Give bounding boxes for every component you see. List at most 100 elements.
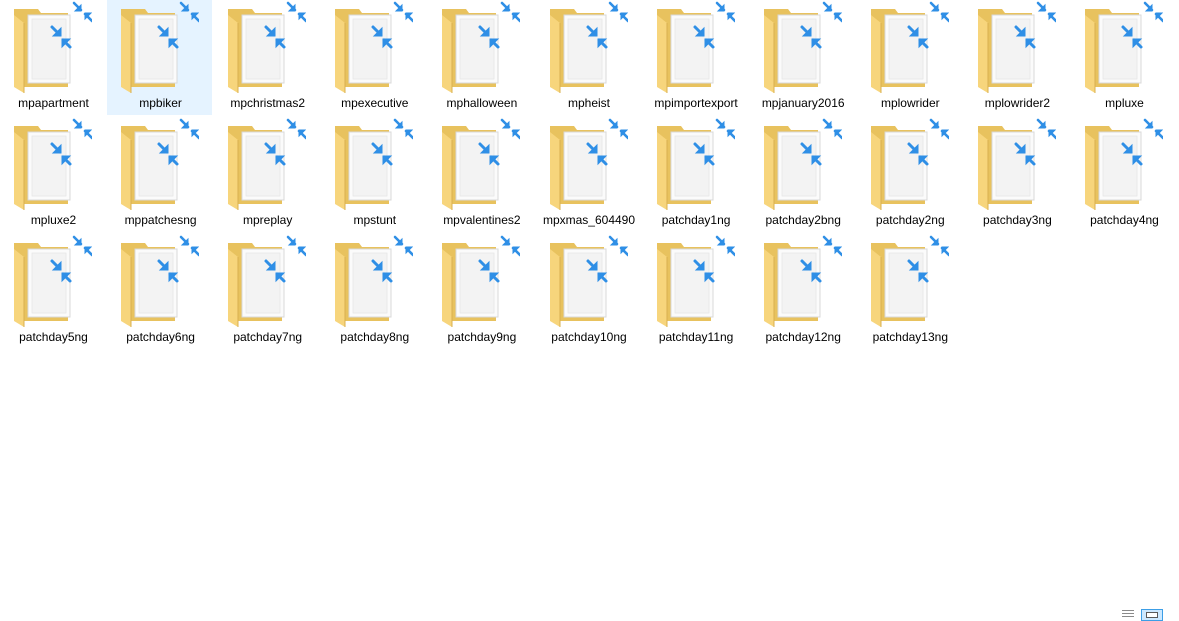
view-mode-switcher (1119, 605, 1179, 621)
folder-item-mpxmas_604490[interactable]: mpxmas_604490 (536, 117, 641, 232)
folder-icon (329, 235, 414, 331)
folder-item-mpchristmas2[interactable]: mpchristmas2 (214, 0, 319, 115)
folder-icon (115, 235, 200, 331)
folder-label: mpchristmas2 (230, 96, 306, 110)
folder-item-mpvalentines2[interactable]: mpvalentines2 (428, 117, 533, 232)
folder-icon (865, 118, 949, 214)
folder-icon (222, 118, 307, 214)
folder-label: patchday5ng (19, 330, 88, 344)
folder-label: mphalloween (446, 96, 518, 110)
folder-label: mpluxe (1105, 96, 1144, 110)
folder-item-mpapartment[interactable]: mpapartment (0, 0, 105, 115)
folder-item-mpluxe2[interactable]: mpluxe2 (0, 117, 105, 232)
folder-icon (436, 118, 521, 214)
large-icons-view-button[interactable] (1141, 609, 1163, 621)
folder-label: mpimportexport (654, 96, 738, 110)
folder-label: patchday10ng (551, 330, 627, 344)
folder-label: mpvalentines2 (443, 213, 521, 227)
folder-item-mplowrider2[interactable]: mplowrider2 (964, 0, 1069, 115)
folder-icon (8, 118, 92, 214)
folder-label: mpbiker (139, 96, 182, 110)
folder-icon (8, 1, 92, 97)
folder-item-patchday2bng[interactable]: patchday2bng (750, 117, 855, 232)
folder-label: mpluxe2 (30, 213, 77, 227)
folder-item-patchday12ng[interactable]: patchday12ng (750, 234, 855, 349)
folder-item-patchday10ng[interactable]: patchday10ng (536, 234, 641, 349)
folder-item-mpjanuary2016[interactable]: mpjanuary2016 (750, 0, 855, 115)
folder-icon (758, 1, 842, 97)
folder-grid: mpapartment mpbiker mpchristmas2 mpexecu… (0, 0, 1179, 600)
folder-icon (651, 118, 735, 214)
folder-item-mpbiker[interactable]: mpbiker (107, 0, 213, 115)
folder-icon (115, 1, 200, 97)
folder-icon (758, 118, 842, 214)
folder-label: patchday6ng (126, 330, 195, 344)
folder-item-mpexecutive[interactable]: mpexecutive (321, 0, 426, 115)
folder-item-patchday1ng[interactable]: patchday1ng (643, 117, 748, 232)
folder-label: patchday3ng (983, 213, 1052, 227)
folder-icon (651, 235, 735, 331)
folder-icon (8, 235, 92, 331)
folder-label: patchday7ng (233, 330, 303, 344)
folder-item-patchday13ng[interactable]: patchday13ng (857, 234, 962, 349)
folder-label: patchday2bng (765, 213, 841, 227)
folder-label: patchday1ng (661, 213, 731, 227)
folder-label: mpxmas_604490 (542, 213, 636, 227)
folder-item-patchday9ng[interactable]: patchday9ng (428, 234, 533, 349)
folder-icon (329, 118, 414, 214)
folder-icon (544, 1, 628, 97)
details-view-icon (1122, 610, 1134, 611)
file-explorer-content-view: mpapartment mpbiker mpchristmas2 mpexecu… (0, 0, 1179, 621)
folder-label: patchday13ng (872, 330, 948, 344)
folder-label: mplowrider2 (984, 96, 1051, 110)
folder-icon (222, 1, 307, 97)
folder-icon (865, 235, 949, 331)
folder-label: mpexecutive (341, 96, 409, 110)
folder-icon (544, 235, 628, 331)
folder-icon (1079, 118, 1163, 214)
folder-label: mplowrider (880, 96, 940, 110)
folder-item-patchday6ng[interactable]: patchday6ng (107, 234, 212, 349)
folder-label: mppatchesng (124, 213, 197, 227)
large-icons-view-icon (1146, 612, 1158, 618)
folder-item-mpimportexport[interactable]: mpimportexport (643, 0, 748, 115)
folder-item-patchday4ng[interactable]: patchday4ng (1071, 117, 1176, 232)
folder-item-patchday11ng[interactable]: patchday11ng (643, 234, 748, 349)
folder-item-mpreplay[interactable]: mpreplay (214, 117, 319, 232)
folder-icon (222, 235, 307, 331)
folder-icon (436, 1, 521, 97)
folder-item-mppatchesng[interactable]: mppatchesng (107, 117, 212, 232)
folder-item-patchday7ng[interactable]: patchday7ng (214, 234, 319, 349)
folder-item-patchday8ng[interactable]: patchday8ng (321, 234, 426, 349)
folder-icon (436, 235, 521, 331)
folder-icon (972, 1, 1056, 97)
folder-icon (544, 118, 628, 214)
folder-icon (115, 118, 200, 214)
folder-item-mphalloween[interactable]: mphalloween (428, 0, 533, 115)
folder-item-patchday3ng[interactable]: patchday3ng (964, 117, 1069, 232)
folder-item-mplowrider[interactable]: mplowrider (857, 0, 962, 115)
folder-icon (651, 1, 735, 97)
folder-icon (329, 1, 414, 97)
folder-label: patchday4ng (1090, 213, 1159, 227)
folder-label: patchday8ng (340, 330, 410, 344)
folder-label: mpreplay (243, 213, 293, 227)
folder-item-mpheist[interactable]: mpheist (536, 0, 641, 115)
folder-icon (972, 118, 1056, 214)
folder-label: mpheist (567, 96, 611, 110)
folder-label: patchday9ng (447, 330, 517, 344)
folder-label: patchday12ng (765, 330, 841, 344)
folder-icon (758, 235, 842, 331)
folder-label: mpstunt (353, 213, 397, 227)
folder-label: patchday11ng (658, 330, 734, 344)
folder-label: mpjanuary2016 (761, 96, 845, 110)
folder-label: mpapartment (18, 96, 89, 110)
details-view-button[interactable] (1119, 609, 1137, 621)
folder-item-patchday5ng[interactable]: patchday5ng (0, 234, 105, 349)
folder-item-mpstunt[interactable]: mpstunt (321, 117, 426, 232)
folder-item-patchday2ng[interactable]: patchday2ng (857, 117, 962, 232)
folder-item-mpluxe[interactable]: mpluxe (1071, 0, 1176, 115)
folder-label: patchday2ng (875, 213, 945, 227)
folder-icon (865, 1, 949, 97)
folder-icon (1079, 1, 1163, 97)
